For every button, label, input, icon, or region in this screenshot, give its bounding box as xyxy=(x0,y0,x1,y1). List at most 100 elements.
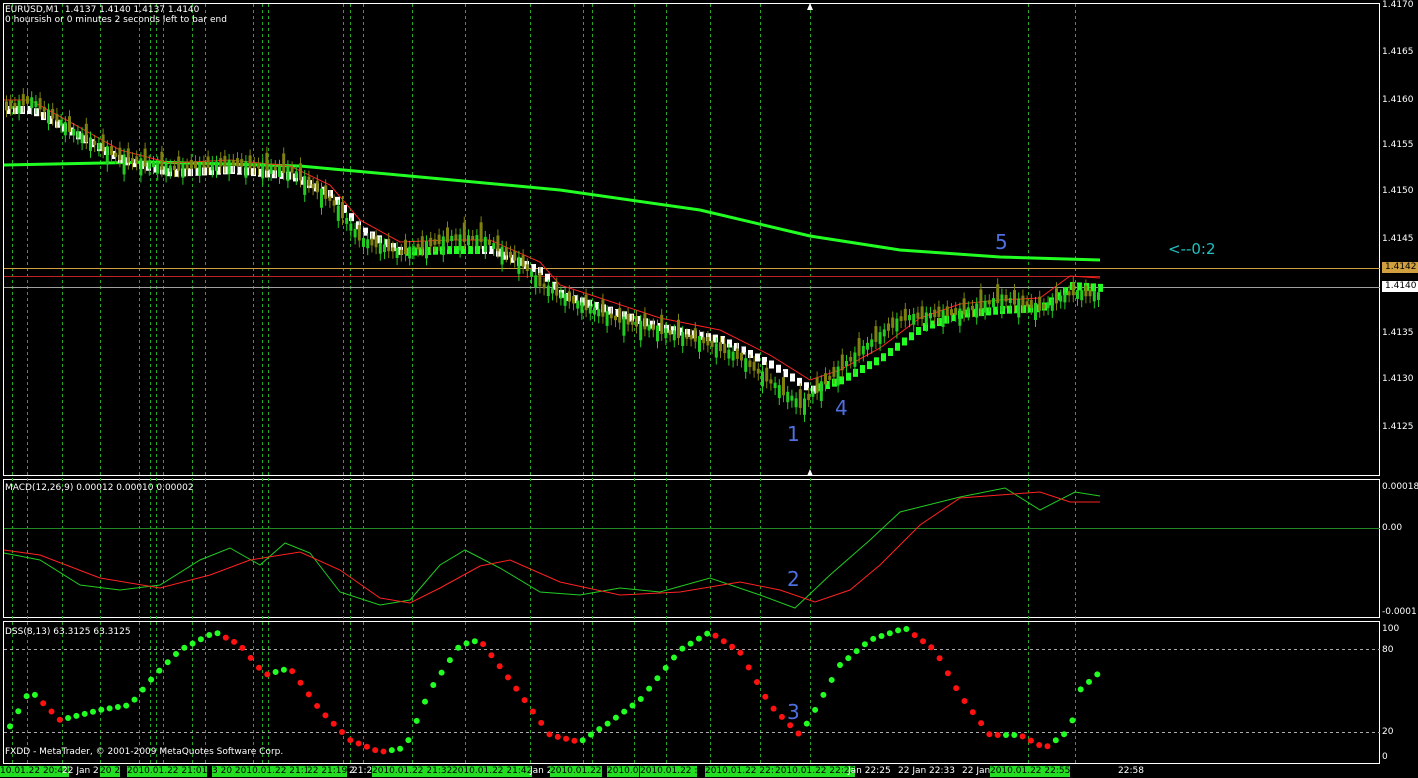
candle-body xyxy=(903,308,907,321)
trend-band-bar xyxy=(755,353,760,362)
candle-body xyxy=(26,96,29,104)
trend-band-bar xyxy=(1091,283,1096,292)
candle-body xyxy=(1025,301,1029,307)
candle-body xyxy=(299,163,302,181)
candle-body xyxy=(635,316,638,327)
candle-body xyxy=(181,163,185,178)
candle-body xyxy=(929,312,932,319)
trend-band-bar xyxy=(888,348,893,356)
candle-body xyxy=(185,164,189,170)
dss-dot xyxy=(878,633,885,640)
candle-body xyxy=(189,159,193,169)
candle-body xyxy=(639,320,643,341)
dss-dot xyxy=(314,702,321,709)
price-chart-panel[interactable] xyxy=(0,0,1418,778)
chart-title: EURUSD,M1 1.4137 1.4140 1.4137 1.4140 xyxy=(5,5,200,15)
candle-body xyxy=(782,377,785,396)
candle-body xyxy=(1017,298,1021,318)
dss-dot xyxy=(754,679,760,686)
dss-dot xyxy=(845,655,852,662)
candle-body xyxy=(1076,289,1079,299)
candle-body xyxy=(895,318,899,332)
candle-body xyxy=(1004,294,1008,302)
candle-body xyxy=(173,165,176,171)
candle-body xyxy=(672,330,676,341)
candle-body xyxy=(664,328,668,339)
trend-band-bar xyxy=(727,339,732,348)
candle-body xyxy=(206,156,210,168)
candle-body xyxy=(122,154,126,175)
dss-dot xyxy=(646,685,653,692)
candle-body xyxy=(105,146,109,165)
dss-dot xyxy=(662,664,669,671)
dss-dot xyxy=(206,631,213,638)
candle-body xyxy=(110,146,113,156)
time-axis-label: 22 21:19 xyxy=(307,766,348,777)
candle-body xyxy=(194,161,197,169)
candle-body xyxy=(870,339,874,347)
dss-dot xyxy=(828,676,835,683)
trend-band-bar xyxy=(790,373,795,382)
trend-band-bar xyxy=(986,307,991,316)
dss-dot xyxy=(264,671,271,678)
candle-body xyxy=(488,239,491,245)
candle-body xyxy=(546,285,550,297)
candle-body xyxy=(21,94,25,106)
candle-body xyxy=(950,309,953,316)
candle-body xyxy=(114,152,118,157)
dss-dot xyxy=(986,731,993,738)
trend-band-bar xyxy=(223,166,228,175)
candle-body xyxy=(761,371,764,387)
candle-body xyxy=(139,158,143,176)
candle-body xyxy=(135,156,139,164)
trend-band-bar xyxy=(916,327,921,335)
candle-body xyxy=(748,360,752,368)
candle-body xyxy=(714,343,718,358)
candle-body xyxy=(244,161,248,178)
candle-body xyxy=(693,328,697,342)
candle-body xyxy=(807,393,811,401)
candle-body xyxy=(202,161,206,168)
candle-body xyxy=(118,147,122,161)
dss-dot xyxy=(156,667,163,674)
candle-body xyxy=(924,312,928,325)
candle-body xyxy=(563,293,567,306)
candle-body xyxy=(168,165,172,172)
price-label: 1.4135 xyxy=(1382,328,1414,338)
dss-dot xyxy=(488,652,495,659)
candle-body xyxy=(89,137,92,151)
candle-body xyxy=(437,234,441,245)
dss-dot xyxy=(870,635,877,642)
candle-body xyxy=(878,332,882,344)
candle-body xyxy=(815,377,819,393)
dss-dot xyxy=(812,706,819,713)
macd-axis-label: 0.00018 xyxy=(1382,482,1418,492)
candle-body xyxy=(975,303,979,318)
candle-body xyxy=(987,300,991,305)
price-label: 1.4165 xyxy=(1382,47,1414,57)
dss-axis-label: 0 xyxy=(1382,752,1388,762)
dss-axis-label: 20 xyxy=(1382,727,1394,737)
candle-body xyxy=(756,368,760,374)
trend-band-bar xyxy=(629,313,634,322)
candle-body xyxy=(261,163,265,179)
dss-dot xyxy=(40,700,47,707)
price-label: 1.4160 xyxy=(1382,95,1414,105)
candle-body xyxy=(1034,302,1037,321)
candle-body xyxy=(559,292,563,299)
candle-body xyxy=(971,305,974,311)
candle-body xyxy=(5,101,8,111)
candle-body xyxy=(597,309,601,317)
dss-dot xyxy=(405,737,412,744)
candle-body xyxy=(101,134,105,152)
dss-dot xyxy=(322,712,329,719)
candle-body xyxy=(30,97,34,109)
dss-dot xyxy=(430,682,437,689)
candle-body xyxy=(534,275,538,288)
dss-dot xyxy=(886,630,893,637)
annotation-label: 4 xyxy=(835,396,848,420)
candle-body xyxy=(1055,288,1058,304)
candle-body xyxy=(13,103,17,108)
metatrader-chart-window[interactable]: EURUSD,M1 1.4137 1.4140 1.4137 1.4140 0 … xyxy=(0,0,1418,778)
macd-axis-label: 0.00 xyxy=(1382,523,1403,533)
